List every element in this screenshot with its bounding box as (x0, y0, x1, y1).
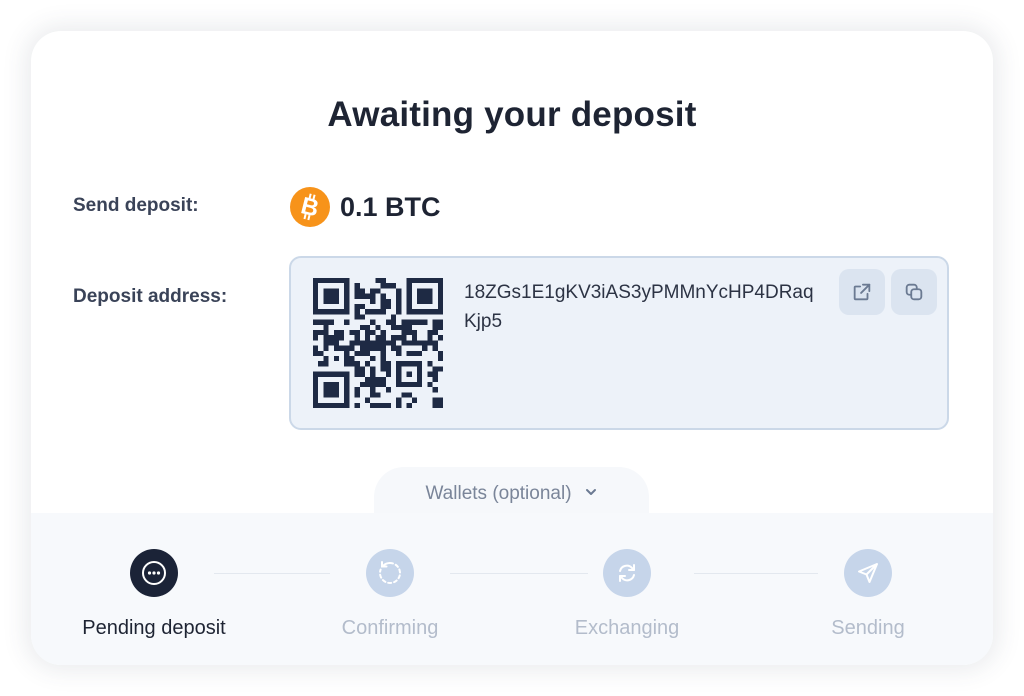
open-explorer-button[interactable] (839, 269, 885, 315)
step-pending-deposit: Pending deposit (54, 549, 254, 640)
deposit-card: Awaiting your deposit Send deposit: B 0.… (31, 31, 993, 665)
wallets-label: Wallets (optional) (425, 483, 572, 504)
refresh-icon (366, 549, 414, 597)
send-deposit-label: Send deposit: (73, 195, 199, 216)
deposit-amount: B 0.1 BTC (290, 187, 441, 227)
step-exchanging: Exchanging (527, 549, 727, 640)
bitcoin-icon: B (290, 187, 330, 227)
external-link-icon (853, 283, 871, 301)
deposit-address-box: 18ZGs1E1gKV3iAS3yPMMnYcHP4DRaqKjp5 (289, 256, 949, 430)
step-label: Pending deposit (82, 617, 226, 639)
step-label: Sending (831, 617, 905, 639)
deposit-address-label: Deposit address: (73, 286, 228, 307)
amount-value: 0.1 BTC (340, 191, 441, 222)
exchange-icon (603, 549, 651, 597)
qr-code (313, 278, 443, 408)
step-sending: Sending (768, 549, 968, 640)
step-confirming: Confirming (290, 549, 490, 640)
copy-icon (905, 283, 923, 301)
copy-address-button[interactable] (891, 269, 937, 315)
send-icon (844, 549, 892, 597)
page-title: Awaiting your deposit (327, 95, 697, 134)
step-label: Confirming (341, 617, 439, 639)
step-label: Exchanging (574, 617, 680, 639)
chevron-down-icon (585, 489, 596, 495)
more-dots-icon (130, 549, 178, 597)
progress-steps: Pending deposit Confirming Exchanging Se… (31, 513, 993, 665)
deposit-address-value[interactable]: 18ZGs1E1gKV3iAS3yPMMnYcHP4DRaqKjp5 (464, 278, 824, 336)
